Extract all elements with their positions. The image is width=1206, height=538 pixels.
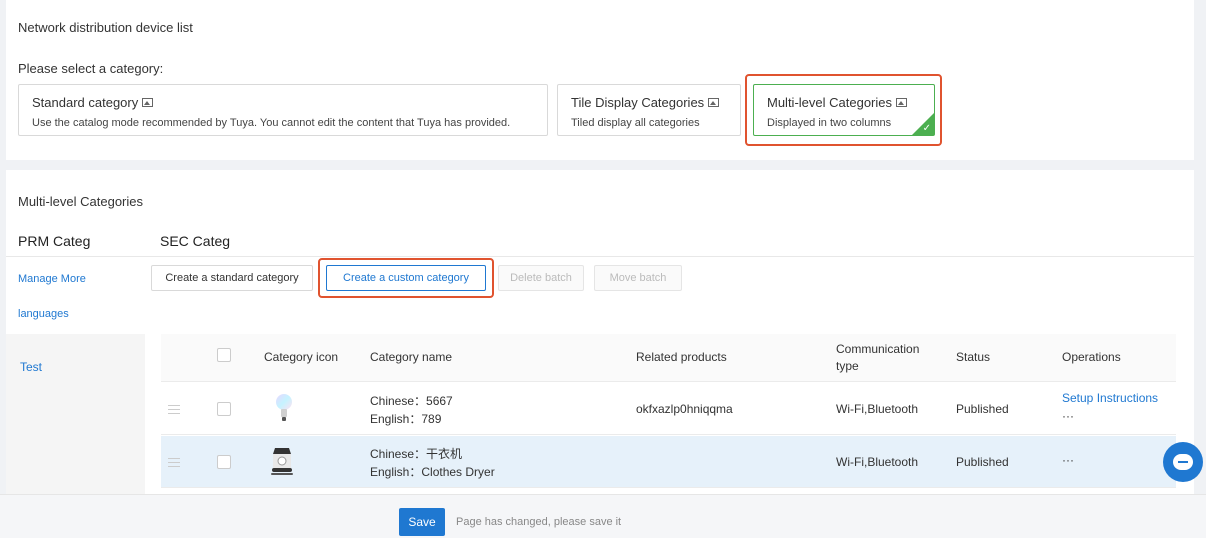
status-text: Published [956, 402, 1009, 416]
category-name-cn: Chinese：5667 [370, 394, 453, 408]
select-category-label: Please select a category: [18, 61, 164, 76]
divider [6, 256, 1194, 257]
col-status: Status [956, 350, 991, 364]
col-communication-type-line2: type [836, 359, 859, 373]
col-related-products: Related products [636, 350, 727, 364]
card-title: Standard category [32, 95, 139, 110]
unsaved-changes-note: Page has changed, please save it [456, 516, 622, 528]
chat-bubble-glyph [1173, 454, 1193, 470]
highlight-box-custom-category [318, 258, 494, 298]
select-all-checkbox[interactable] [217, 348, 231, 362]
row-checkbox[interactable] [217, 455, 231, 469]
section-title: Multi-level Categories [18, 194, 143, 209]
clothes-dryer-icon [271, 448, 293, 475]
prm-categ-header: PRM Categ [18, 233, 91, 249]
drag-handle-icon[interactable] [168, 458, 180, 467]
manage-languages-link-line2[interactable]: languages [18, 308, 69, 320]
communication-type: Wi-Fi,Bluetooth [836, 455, 919, 469]
highlight-box-multi-level [745, 74, 942, 146]
image-preview-icon[interactable] [142, 98, 154, 107]
drag-handle-icon[interactable] [168, 405, 180, 414]
col-operations: Operations [1062, 350, 1121, 364]
light-bulb-icon [276, 394, 292, 421]
image-preview-icon[interactable] [708, 98, 720, 107]
more-options-button[interactable]: ··· [1062, 453, 1074, 467]
related-products[interactable]: okfxazlp0hniqqma [636, 402, 733, 416]
table-row: Chinese：干衣机 English：Clothes Dryer Wi-Fi,… [161, 436, 1176, 488]
delete-batch-button[interactable]: Delete batch [498, 265, 584, 291]
category-name-cn: Chinese：干衣机 [370, 447, 463, 461]
category-name-en: English：Clothes Dryer [370, 465, 495, 479]
category-name-en: English：789 [370, 412, 442, 426]
card-desc: Tiled display all categories [571, 117, 700, 129]
primary-category-item[interactable]: Test [20, 360, 42, 374]
table-header: Category icon Category name Related prod… [161, 334, 1176, 382]
communication-type: Wi-Fi,Bluetooth [836, 402, 919, 416]
row-checkbox[interactable] [217, 402, 231, 416]
page-title: Network distribution device list [18, 20, 193, 35]
move-batch-button[interactable]: Move batch [594, 265, 682, 291]
card-title: Tile Display Categories [571, 95, 705, 110]
chat-support-icon[interactable] [1163, 442, 1203, 482]
primary-category-list [6, 334, 145, 494]
card-tile-display[interactable]: Tile Display Categories Tiled display al… [557, 84, 741, 136]
save-button[interactable]: Save [399, 508, 445, 536]
status-text: Published [956, 455, 1009, 469]
card-standard-category[interactable]: Standard category Use the catalog mode r… [18, 84, 548, 136]
setup-instructions-link[interactable]: Setup Instructions [1062, 391, 1158, 405]
col-category-name: Category name [370, 350, 453, 364]
manage-languages-link-line1[interactable]: Manage More [18, 273, 86, 285]
more-options-button[interactable]: ··· [1062, 409, 1074, 423]
col-communication-type-line1: Communication [836, 342, 920, 356]
col-category-icon: Category icon [264, 350, 339, 364]
card-desc: Use the catalog mode recommended by Tuya… [32, 117, 511, 129]
create-standard-category-button[interactable]: Create a standard category [151, 265, 313, 291]
sec-categ-header: SEC Categ [160, 233, 231, 249]
table-row: Chinese：5667 English：789 okfxazlp0hniqqm… [161, 383, 1176, 435]
